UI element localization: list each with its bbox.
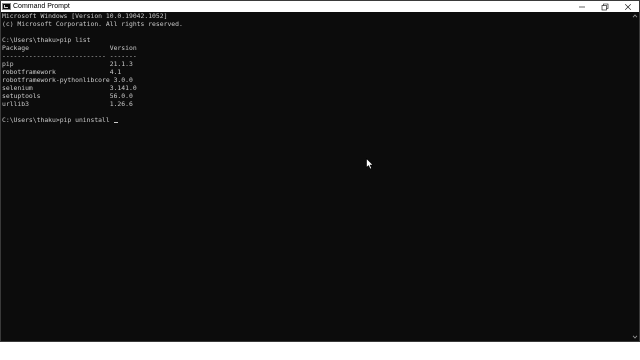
caption-buttons (570, 1, 639, 12)
console-line: urllib3 1.26.6 (2, 100, 133, 108)
console-line: Microsoft Windows [Version 10.0.19042.10… (2, 12, 168, 20)
minimize-button[interactable] (570, 1, 593, 12)
console-line: setuptools 56.0.0 (2, 92, 133, 100)
console-text: Microsoft Windows [Version 10.0.19042.10… (1, 12, 631, 124)
window-title: Command Prompt (13, 3, 70, 10)
console-line: (c) Microsoft Corporation. All rights re… (2, 20, 183, 28)
mouse-pointer-icon (366, 158, 374, 170)
prompt-line[interactable]: C:\Users\thaku>pip uninstall (1, 116, 631, 124)
scroll-up-button[interactable] (631, 12, 639, 20)
console-line: selenium 3.141.0 (2, 84, 137, 92)
console-line: pip 21.1.3 (2, 60, 133, 68)
close-button[interactable] (616, 1, 639, 12)
prompt-text: C:\Users\thaku>pip uninstall (2, 116, 114, 124)
console-line: robotframework 4.1 (2, 68, 122, 76)
title-bar[interactable]: Command Prompt (1, 1, 639, 12)
scroll-down-button[interactable] (631, 333, 639, 341)
vertical-scrollbar[interactable] (631, 12, 639, 341)
console-line: C:\Users\thaku>pip list (2, 36, 91, 44)
console-line: robotframework-pythonlibcore 3.0.0 (2, 76, 133, 84)
console-line: Package Version (2, 44, 137, 52)
close-icon (624, 3, 631, 10)
chevron-down-icon (632, 335, 638, 339)
console-line: --------------------------- ------- (2, 52, 137, 60)
minimize-icon (578, 6, 585, 7)
chevron-up-icon (632, 14, 638, 18)
console-output[interactable]: Microsoft Windows [Version 10.0.19042.10… (1, 12, 631, 341)
command-prompt-window: Command Prompt Microsoft Windows [Versio… (0, 0, 640, 342)
text-cursor (113, 121, 118, 123)
restore-icon (601, 3, 608, 10)
restore-button[interactable] (593, 1, 616, 12)
cmd-icon (2, 3, 11, 10)
